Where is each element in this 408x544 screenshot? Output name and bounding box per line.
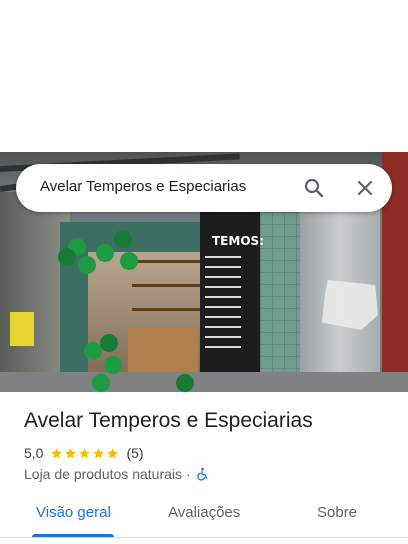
close-icon[interactable] xyxy=(353,176,377,200)
search-bar[interactable]: Avelar Temperos e Especiarias xyxy=(16,164,392,212)
photo-balloon xyxy=(100,334,118,352)
category-row: Loja de produtos naturais · xyxy=(24,465,209,483)
photo-sign-lines xyxy=(205,256,257,356)
wheelchair-icon xyxy=(196,467,207,481)
tab-reviews[interactable]: Avaliações xyxy=(168,504,240,521)
photo-crates xyxy=(10,312,34,346)
rating-row[interactable]: 5,0 (5) xyxy=(24,444,144,462)
tab-about[interactable]: Sobre xyxy=(317,504,357,521)
star-icon xyxy=(51,447,63,458)
place-category: Loja de produtos naturais xyxy=(24,466,182,482)
star-icon xyxy=(107,447,119,458)
search-icon[interactable] xyxy=(302,176,326,200)
photo-balloon xyxy=(176,374,194,392)
star-icon xyxy=(79,447,91,458)
photo-balloon xyxy=(104,356,122,374)
separator-dot: · xyxy=(186,466,191,482)
review-count[interactable]: (5) xyxy=(126,445,143,461)
photo-balloon xyxy=(92,374,110,392)
rating-value: 5,0 xyxy=(24,445,44,461)
photo-balloon xyxy=(78,256,96,274)
photo-balloon xyxy=(58,248,76,266)
rating-stars xyxy=(50,447,120,460)
tab-overview[interactable]: Visão geral xyxy=(36,504,111,521)
tabs-divider xyxy=(0,537,408,538)
search-input[interactable]: Avelar Temperos e Especiarias xyxy=(40,178,246,195)
photo-shelf xyxy=(132,260,202,263)
place-name: Avelar Temperos e Especiarias xyxy=(24,409,313,432)
photo-balloon xyxy=(120,252,138,270)
photo-sign-title: TEMOS: xyxy=(212,234,264,248)
star-icon xyxy=(65,447,77,458)
photo-shelf xyxy=(132,284,202,287)
photo-balloon xyxy=(114,230,132,248)
map-blank-area xyxy=(0,0,408,152)
star-icon xyxy=(93,447,105,458)
place-tabs: Visão geral Avaliações Sobre xyxy=(0,490,408,544)
photo-shelf xyxy=(132,308,202,311)
photo-balloon xyxy=(96,244,114,262)
photo-floor xyxy=(0,372,408,392)
